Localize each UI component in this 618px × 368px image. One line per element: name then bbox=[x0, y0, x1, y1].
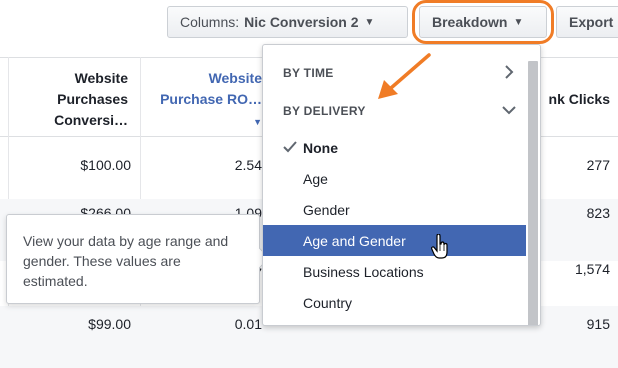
menu-item-none[interactable]: None bbox=[263, 132, 527, 163]
cell-link-clicks: 915 bbox=[586, 316, 610, 332]
cell-purchases-value: $99.00 bbox=[88, 316, 131, 332]
cell-purchases-value: $100.00 bbox=[80, 157, 131, 173]
menu-item-age-and-gender[interactable]: Age and Gender bbox=[263, 225, 527, 256]
menu-item-gender[interactable]: Gender bbox=[263, 194, 527, 225]
annotation-highlight-ring bbox=[412, 0, 554, 44]
header-website-purchase-roas[interactable]: Website Purchase RO… ▼ bbox=[150, 68, 262, 133]
cell-link-clicks: 1,574 bbox=[574, 261, 610, 277]
caret-down-icon: ▼ bbox=[364, 16, 375, 28]
export-button[interactable]: Export bbox=[556, 6, 618, 38]
cell-link-clicks: 277 bbox=[586, 157, 610, 173]
menu-item-age[interactable]: Age bbox=[263, 163, 527, 194]
sort-caret-icon: ▼ bbox=[253, 117, 262, 127]
columns-button[interactable]: Columns: Nic Conversion 2 ▼ bbox=[167, 6, 408, 38]
cell-roas: 0.01 bbox=[234, 316, 262, 332]
section-by-delivery[interactable]: BY DELIVERY bbox=[263, 93, 527, 129]
menu-item-business-locations[interactable]: Business Locations bbox=[263, 256, 527, 287]
dropdown-scrollbar[interactable] bbox=[526, 45, 540, 325]
header-website-purchases-value[interactable]: Website Purchases Conversi… bbox=[20, 68, 128, 131]
breakdown-dropdown: BY TIME BY DELIVERY None Age Gender Age … bbox=[262, 44, 541, 326]
chevron-right-icon bbox=[505, 65, 514, 79]
checkmark-icon bbox=[283, 141, 297, 153]
cell-link-clicks: 823 bbox=[586, 205, 610, 221]
chevron-down-icon bbox=[502, 106, 516, 115]
columns-value: Nic Conversion 2 bbox=[244, 14, 359, 30]
scrollbar-thumb[interactable] bbox=[528, 61, 538, 325]
section-by-time[interactable]: BY TIME bbox=[263, 55, 527, 91]
export-label: Export bbox=[569, 14, 614, 30]
breakdown-tooltip: View your data by age range and gender. … bbox=[6, 214, 270, 304]
cell-roas: 2.54 bbox=[234, 157, 262, 173]
columns-prefix: Columns: bbox=[180, 14, 240, 30]
tooltip-text: View your data by age range and gender. … bbox=[23, 233, 229, 289]
header-link-clicks[interactable]: nk Clicks bbox=[530, 89, 610, 110]
menu-item-country[interactable]: Country bbox=[263, 287, 527, 318]
hand-cursor-icon bbox=[431, 234, 448, 259]
